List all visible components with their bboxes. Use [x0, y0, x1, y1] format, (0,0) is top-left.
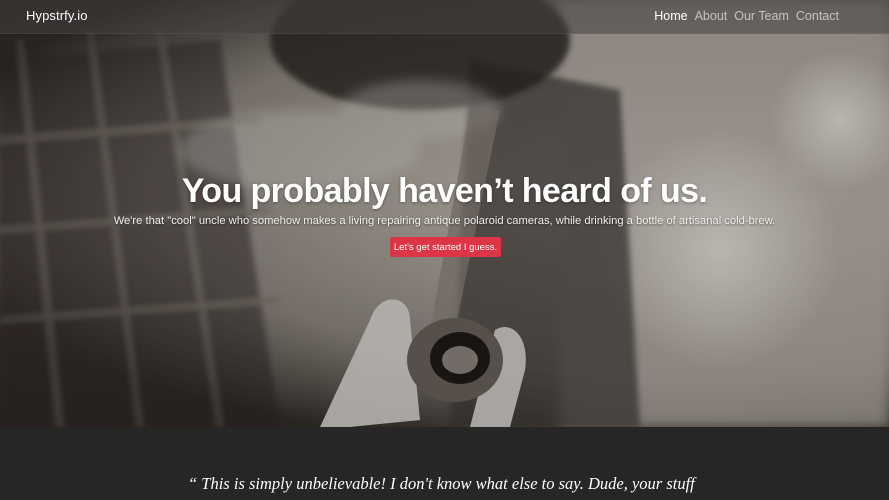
hero-headline: You probably haven’t heard of us.	[181, 172, 708, 210]
hero-lead-text: We're that "cool" uncle who somehow make…	[113, 215, 776, 227]
testimonial-section: “ This is simply unbelievable! I don't k…	[0, 427, 889, 500]
navbar: Hypstrfy.io Home About Our Team Contact	[0, 0, 889, 34]
nav-menu: Home About Our Team Contact	[654, 9, 839, 23]
get-started-button[interactable]: Let's get started I guess.	[390, 237, 501, 257]
brand-logo[interactable]: Hypstrfy.io	[26, 8, 88, 23]
hero-section: You probably haven’t heard of us. We're …	[0, 0, 889, 427]
nav-item-home[interactable]: Home	[654, 9, 687, 23]
testimonial-quote: “ This is simply unbelievable! I don't k…	[188, 474, 695, 493]
nav-item-contact[interactable]: Contact	[796, 9, 839, 23]
hero-overlay	[0, 0, 889, 427]
nav-item-our-team[interactable]: Our Team	[734, 9, 789, 23]
nav-item-about[interactable]: About	[695, 9, 728, 23]
page: You probably haven’t heard of us. We're …	[0, 0, 889, 500]
